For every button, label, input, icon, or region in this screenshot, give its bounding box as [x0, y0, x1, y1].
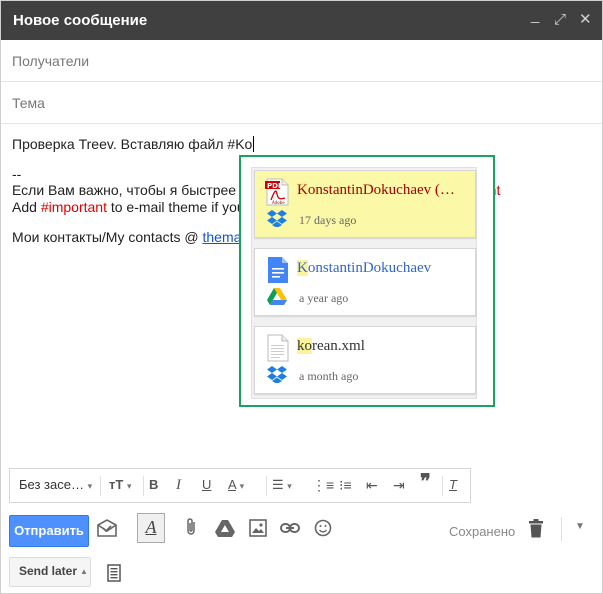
toolbar-divider	[442, 476, 443, 496]
body-line-2: --	[12, 166, 22, 182]
bulleted-list-icon[interactable]: ⁝≡	[339, 475, 352, 495]
more-options-icon[interactable]: ▼	[575, 521, 585, 532]
formatting-toolbar: Без засе… ▾ тT ▾ B I U A ▾ ☰ ▾ ⋮≡ ⁝≡ ⇤ ⇥…	[9, 468, 471, 503]
align-icon[interactable]: ☰ ▾	[272, 475, 292, 496]
dropbox-icon	[267, 365, 287, 388]
send-later-button[interactable]: Send later ▲	[9, 557, 91, 587]
toolbar-divider	[143, 476, 144, 496]
compose-title: Новое сообщение	[13, 12, 148, 29]
suggestion-list: PDF Adobe KonstantinDokuchaev (… 17 days…	[251, 167, 477, 399]
body-line-4: Add #important to e-mail theme if you r	[12, 199, 254, 215]
minimize-icon[interactable]: _	[531, 7, 539, 25]
bottom-bar-divider	[561, 517, 562, 541]
body-line-5: Мои контакты/My contacts @ themarfa	[12, 229, 258, 245]
suggestion-item[interactable]: KonstantinDokuchaev a year ago	[254, 248, 476, 316]
font-size-icon[interactable]: тT ▾	[109, 475, 131, 496]
suggestion-item[interactable]: PDF Adobe KonstantinDokuchaev (… 17 days…	[254, 170, 476, 238]
body-line-1: Проверка Treev. Вставляю файл #Ko	[12, 136, 255, 152]
suggestion-name: KonstantinDokuchaev	[297, 260, 432, 276]
suggestion-name: KonstantinDokuchaev (…	[297, 182, 455, 198]
send-later-label: Send later	[19, 564, 78, 578]
font-family-select[interactable]: Без засе… ▾	[19, 475, 92, 496]
generic-file-icon	[265, 334, 291, 367]
important-tag: #important	[40, 199, 107, 215]
suggestion-item[interactable]: korean.xml a month ago	[254, 326, 476, 394]
save-status: Сохранено	[449, 524, 516, 539]
compose-bottom-bar: Отправить A Сохранено ▼	[1, 507, 602, 551]
subject-placeholder: Тема	[12, 95, 45, 111]
dropbox-icon	[267, 209, 287, 232]
send-button[interactable]: Отправить	[9, 515, 89, 547]
confidential-mode-icon[interactable]	[97, 519, 117, 542]
recipients-placeholder: Получатели	[12, 53, 90, 69]
close-icon[interactable]: ✕	[579, 11, 592, 29]
insert-link-icon[interactable]	[280, 519, 300, 542]
toolbar-divider	[266, 476, 267, 496]
suggestion-meta: 17 days ago	[299, 213, 357, 227]
indent-less-icon[interactable]: ⇤	[366, 475, 378, 495]
underline-button[interactable]: U	[202, 475, 211, 495]
google-drive-icon	[267, 287, 287, 310]
text-color-icon: A	[228, 477, 236, 492]
bold-button[interactable]: B	[149, 475, 158, 495]
text-color-button[interactable]: A ▾	[228, 475, 244, 496]
pop-out-icon[interactable]: ⤢	[554, 11, 566, 29]
pdf-file-icon: PDF Adobe	[265, 178, 291, 211]
numbered-list-icon[interactable]: ⋮≡	[312, 475, 334, 495]
italic-button[interactable]: I	[176, 475, 181, 495]
insert-photo-icon[interactable]	[249, 519, 267, 542]
compose-window: Новое сообщение _ ⤢ ✕ Получатели Тема Пр…	[0, 0, 603, 594]
insert-emoji-icon[interactable]	[314, 519, 332, 542]
notes-icon[interactable]	[107, 564, 121, 587]
quote-icon[interactable]: ❞	[420, 472, 431, 492]
suggestion-name: korean.xml	[297, 338, 365, 354]
send-later-arrow-icon: ▲	[80, 567, 88, 576]
svg-text:Adobe: Adobe	[272, 200, 285, 205]
formatting-options-icon: A	[145, 517, 157, 537]
insert-drive-icon[interactable]	[215, 519, 235, 542]
toolbar-divider	[100, 476, 101, 496]
subject-field[interactable]: Тема	[1, 82, 602, 124]
remove-formatting-icon[interactable]: T	[449, 475, 457, 495]
suggestion-meta: a month ago	[299, 369, 359, 383]
formatting-options-button[interactable]: A	[137, 513, 165, 543]
attach-file-icon[interactable]	[184, 517, 198, 542]
indent-more-icon[interactable]: ⇥	[393, 475, 405, 495]
text-cursor	[253, 136, 255, 152]
suggestion-meta: a year ago	[299, 291, 349, 305]
compose-title-bar: Новое сообщение _ ⤢ ✕	[1, 1, 602, 40]
discard-draft-icon[interactable]	[528, 519, 544, 543]
svg-text:PDF: PDF	[267, 182, 283, 190]
google-doc-icon	[265, 256, 291, 289]
file-suggestion-popup: PDF Adobe KonstantinDokuchaev (… 17 days…	[239, 155, 495, 407]
body-line-3: Если Вам важно, чтобы я быстрее от	[12, 182, 254, 198]
recipients-field[interactable]: Получатели	[1, 40, 602, 82]
